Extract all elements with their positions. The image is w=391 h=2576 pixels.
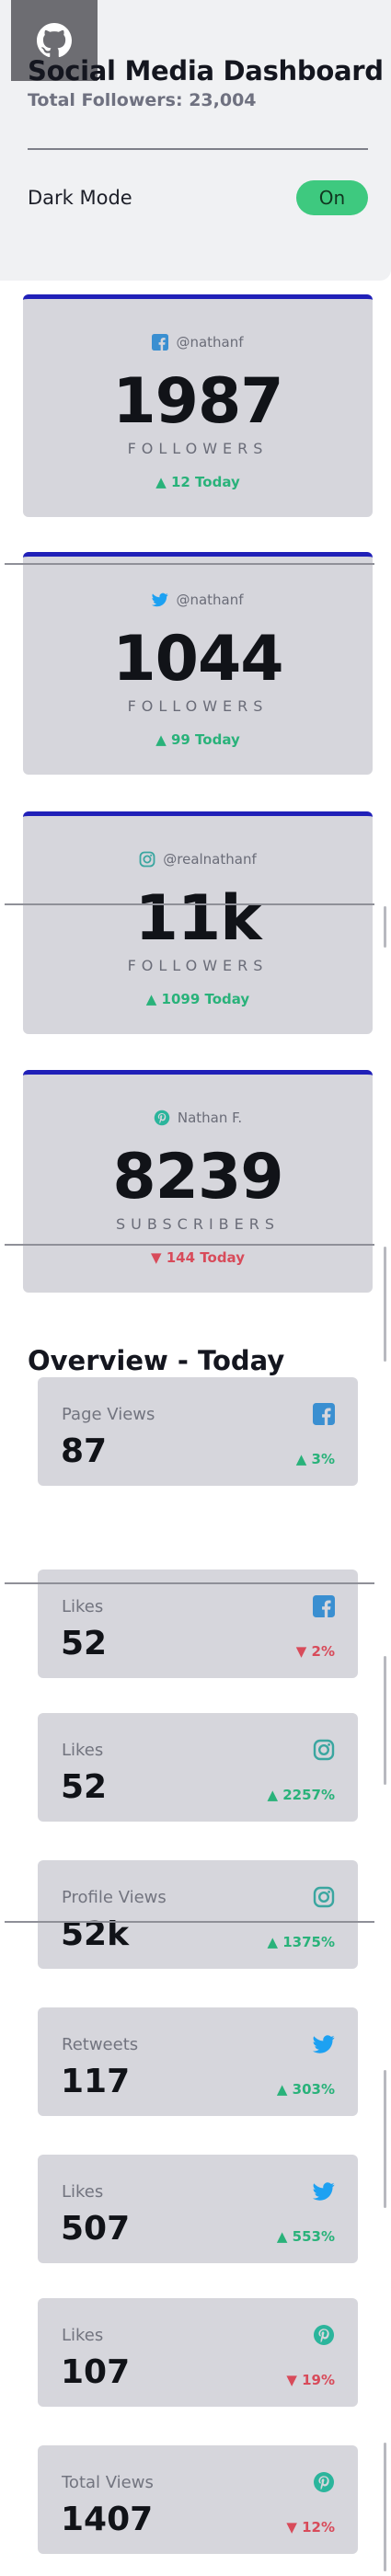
overview-label: Retweets bbox=[62, 2035, 139, 2054]
handle-text: @nathanf bbox=[176, 592, 244, 608]
scrollbar-thumb[interactable] bbox=[384, 906, 386, 948]
total-followers: Total Followers: 23,004 bbox=[28, 90, 257, 110]
overview-percent: ▲ 303% bbox=[276, 2081, 335, 2098]
overview-label: Profile Views bbox=[62, 1888, 167, 1907]
facebook-icon bbox=[152, 334, 169, 351]
overview-percent: ▲ 1375% bbox=[267, 1934, 335, 1950]
overview-value: 52 bbox=[61, 1625, 108, 1662]
handle-row: @nathanf bbox=[23, 334, 373, 351]
overlay-line bbox=[5, 1244, 374, 1246]
overview-label: Likes bbox=[62, 2182, 104, 2202]
dark-mode-label: Dark Mode bbox=[28, 187, 132, 209]
follower-card-facebook[interactable]: @nathanf 1987 FOLLOWERS ▲ 12 Today bbox=[23, 294, 373, 517]
overview-percent: ▲ 2257% bbox=[267, 1787, 335, 1803]
overview-label: Likes bbox=[62, 1741, 104, 1760]
handle-text: @realnathanf bbox=[163, 851, 257, 868]
overview-card-likes-twitter[interactable]: Likes 507 ▲ 553% bbox=[38, 2155, 358, 2263]
scrollbar-thumb[interactable] bbox=[384, 2443, 386, 2571]
overlay-line bbox=[5, 1921, 374, 1923]
follower-count: 8239 bbox=[112, 1141, 283, 1213]
twitter-icon bbox=[313, 2035, 335, 2053]
page-title: Social Media Dashboard bbox=[28, 55, 384, 86]
handle-row: @nathanf bbox=[23, 592, 373, 608]
instagram-icon bbox=[313, 1886, 335, 1908]
overview-percent: ▲ 3% bbox=[295, 1451, 335, 1467]
pinterest-icon bbox=[314, 2472, 334, 2492]
overview-card-likes-facebook[interactable]: Likes 52 ▼ 2% bbox=[38, 1570, 358, 1678]
follower-kind: SUBSCRIBERS bbox=[115, 1215, 281, 1233]
overview-card-profile-views[interactable]: Profile Views 52k ▲ 1375% bbox=[38, 1860, 358, 1969]
follower-card-instagram[interactable]: @realnathanf 11k FOLLOWERS ▲ 1099 Today bbox=[23, 811, 373, 1034]
overlay-line bbox=[5, 903, 374, 905]
overview-label: Page Views bbox=[62, 1405, 155, 1424]
follower-delta: ▲ 12 Today bbox=[155, 474, 240, 490]
handle-row: Nathan F. bbox=[23, 1110, 373, 1126]
overview-percent: ▲ 553% bbox=[276, 2228, 335, 2245]
twitter-icon bbox=[313, 2182, 335, 2201]
overview-label: Likes bbox=[62, 1597, 104, 1616]
follower-count: 11k bbox=[134, 882, 262, 955]
follower-delta: ▲ 99 Today bbox=[155, 731, 240, 748]
follower-kind: FOLLOWERS bbox=[127, 440, 269, 457]
overview-value: 107 bbox=[61, 2353, 131, 2391]
overview-percent: ▼ 2% bbox=[295, 1643, 335, 1660]
overlay-line bbox=[5, 1582, 374, 1584]
follower-kind: FOLLOWERS bbox=[127, 957, 269, 974]
overview-card-likes-instagram[interactable]: Likes 52 ▲ 2257% bbox=[38, 1713, 358, 1822]
instagram-icon bbox=[313, 1739, 335, 1761]
overview-value: 52 bbox=[61, 1768, 108, 1806]
facebook-icon bbox=[313, 1403, 335, 1425]
follower-kind: FOLLOWERS bbox=[127, 697, 269, 715]
overview-value: 87 bbox=[61, 1432, 108, 1470]
overview-percent: ▼ 19% bbox=[286, 2372, 335, 2388]
dark-mode-toggle[interactable]: On bbox=[296, 180, 368, 215]
twitter-icon bbox=[152, 592, 169, 607]
handle-text: @nathanf bbox=[176, 334, 244, 351]
overview-value: 117 bbox=[61, 2063, 131, 2100]
follower-card-pinterest[interactable]: Nathan F. 8239 SUBSCRIBERS ▼ 144 Today bbox=[23, 1070, 373, 1293]
github-icon bbox=[37, 23, 72, 58]
header-divider bbox=[28, 148, 368, 150]
overview-card-page-views[interactable]: Page Views 87 ▲ 3% bbox=[38, 1377, 358, 1486]
follower-delta: ▲ 1099 Today bbox=[145, 991, 250, 1007]
scrollbar-thumb[interactable] bbox=[384, 1247, 386, 1362]
scrollbar-thumb[interactable] bbox=[384, 2070, 386, 2208]
instagram-icon bbox=[139, 851, 155, 868]
overview-label: Total Views bbox=[62, 2473, 154, 2492]
overview-value: 1407 bbox=[61, 2501, 154, 2538]
facebook-icon bbox=[313, 1595, 335, 1617]
overview-card-likes-pinterest[interactable]: Likes 107 ▼ 19% bbox=[38, 2298, 358, 2407]
pinterest-icon bbox=[154, 1110, 170, 1126]
follower-card-twitter[interactable]: @nathanf 1044 FOLLOWERS ▲ 99 Today bbox=[23, 552, 373, 775]
overview-title: Overview - Today bbox=[28, 1345, 285, 1376]
scrollbar-thumb[interactable] bbox=[384, 1656, 386, 1785]
follower-count: 1044 bbox=[112, 623, 283, 696]
handle-row: @realnathanf bbox=[23, 851, 373, 868]
overview-label: Likes bbox=[62, 2326, 104, 2345]
overview-card-total-views[interactable]: Total Views 1407 ▼ 12% bbox=[38, 2445, 358, 2554]
follower-delta: ▼ 144 Today bbox=[150, 1249, 245, 1266]
handle-text: Nathan F. bbox=[177, 1110, 243, 1126]
overview-card-retweets[interactable]: Retweets 117 ▲ 303% bbox=[38, 2007, 358, 2116]
overview-value: 507 bbox=[61, 2210, 131, 2248]
follower-count: 1987 bbox=[112, 365, 283, 438]
pinterest-icon bbox=[314, 2325, 334, 2345]
overview-percent: ▼ 12% bbox=[286, 2519, 335, 2536]
overlay-line bbox=[5, 563, 374, 565]
